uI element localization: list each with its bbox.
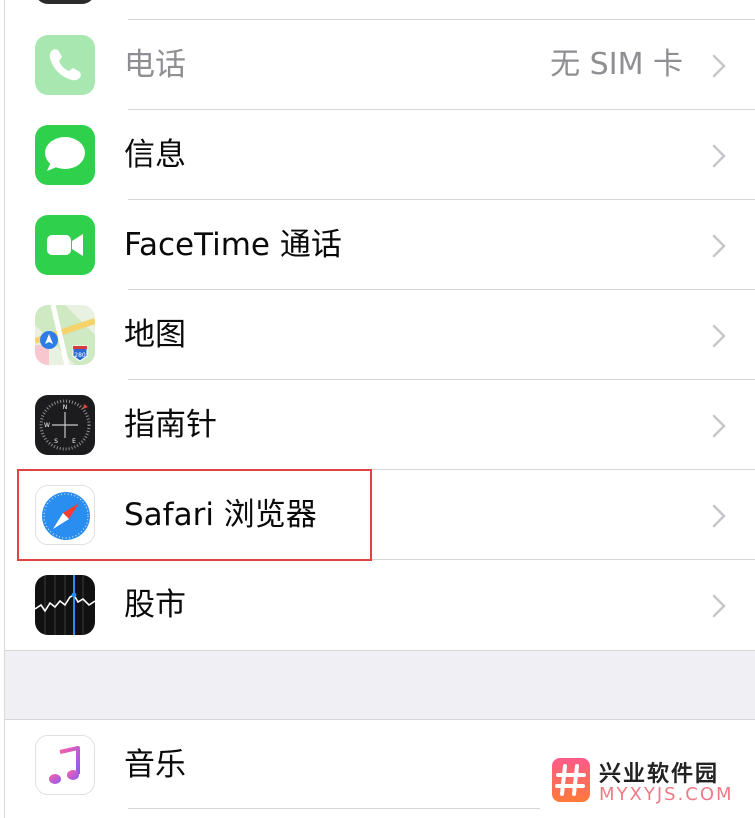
facetime-icon — [35, 215, 95, 275]
safari-highlight-box — [17, 469, 372, 561]
maps-icon-shield-text: 280 — [74, 352, 86, 359]
compass-icon-w: W — [44, 422, 50, 429]
row-label-maps: 地图 — [124, 317, 186, 353]
chevron-right-icon — [711, 593, 727, 619]
row-label-phone: 电话 — [124, 47, 186, 83]
settings-row-maps[interactable]: 280 地图 — [5, 290, 755, 380]
music-icon — [35, 735, 95, 795]
compass-icon-n: N — [63, 404, 68, 411]
settings-row-phone[interactable]: 电话 无 SIM 卡 — [5, 20, 755, 110]
section-gap — [5, 650, 755, 720]
watermark: 兴业软件园 MYXYJS.COM — [545, 752, 750, 812]
compass-icon-e: E — [72, 438, 76, 445]
messages-icon — [35, 125, 95, 185]
settings-row-messages[interactable]: 信息 — [5, 110, 755, 200]
phone-icon — [35, 35, 95, 95]
settings-row-compass[interactable]: N W S E 指南针 — [5, 380, 755, 470]
chevron-right-icon — [711, 323, 727, 349]
row-label-facetime: FaceTime 通话 — [124, 227, 342, 263]
maps-icon: 280 — [35, 305, 95, 365]
row-label-messages: 信息 — [124, 137, 186, 173]
chevron-right-icon — [711, 53, 727, 79]
chevron-right-icon — [711, 233, 727, 259]
row-label-stocks: 股市 — [124, 587, 186, 623]
settings-row-partial[interactable] — [5, 0, 755, 20]
watermark-subtitle: MYXYJS.COM — [599, 784, 734, 805]
compass-icon: N W S E — [35, 395, 95, 455]
chevron-right-icon — [711, 413, 727, 439]
settings-row-facetime[interactable]: FaceTime 通话 — [5, 200, 755, 290]
settings-row-stocks[interactable]: 股市 — [5, 560, 755, 650]
app-icon-partial — [35, 0, 95, 4]
chevron-right-icon — [711, 143, 727, 169]
row-separator — [128, 808, 540, 809]
settings-screen: 电话 无 SIM 卡 信息 FaceTime 通话 280 地图 N W S E… — [0, 0, 755, 818]
row-label-compass: 指南针 — [124, 407, 217, 443]
compass-icon-s: S — [54, 438, 58, 445]
chevron-right-icon — [711, 503, 727, 529]
hash-logo-icon — [552, 758, 590, 802]
row-value-phone: 无 SIM 卡 — [550, 47, 683, 82]
row-label-music: 音乐 — [124, 747, 186, 783]
stocks-icon — [35, 575, 95, 635]
